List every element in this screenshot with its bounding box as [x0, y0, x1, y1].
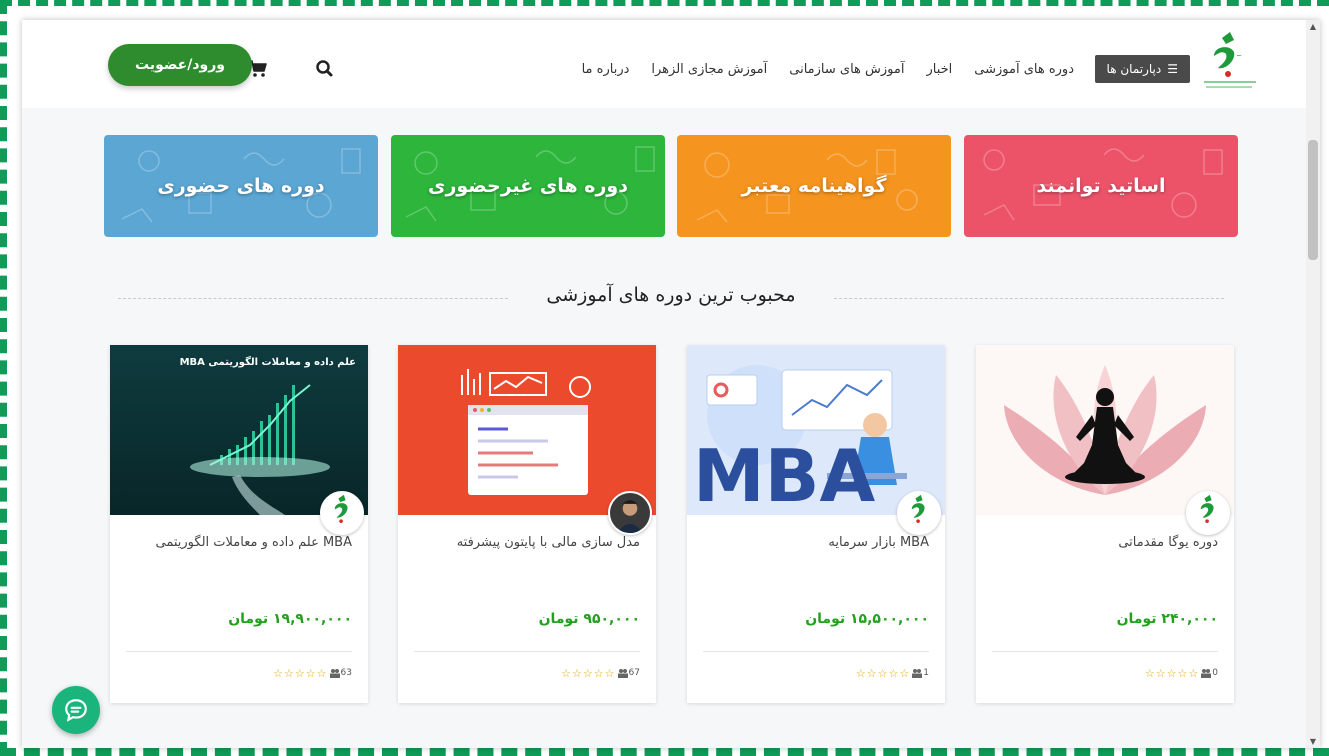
star-icon: ☆: [866, 666, 877, 680]
course-rating: ☆ ☆ ☆ ☆ ☆ 0: [1145, 665, 1218, 681]
divider: [703, 651, 929, 652]
course-card-mba-data-science[interactable]: MBA علم داده و معاملات الگوریتمی MBA علم…: [110, 345, 368, 703]
course-card-mba-capital-market[interactable]: MBA MBA بازار سرمایه ۱۵,۵۰۰,۰۰۰ تومان ☆ …: [687, 345, 945, 703]
instructor-logo-avatar[interactable]: [897, 491, 941, 535]
alzahra-logo-icon: [899, 493, 939, 533]
instructor-logo-avatar[interactable]: [320, 491, 364, 535]
star-icon: ☆: [572, 666, 582, 680]
star-icon: ☆: [284, 666, 294, 680]
star-icon: ☆: [316, 666, 327, 680]
star-icon: ☆: [1177, 666, 1188, 680]
divider: [126, 651, 352, 652]
banner-label: گواهینامه معتبر: [741, 175, 887, 197]
site-header: ~ ☰ دپارتمان ها دوره های آموزشی اخبار آم…: [22, 20, 1306, 108]
course-rating: ☆ ☆ ☆ ☆ ☆ 67: [561, 665, 640, 681]
image-caption: MBA علم داده و معاملات الگوریتمی: [180, 355, 356, 368]
instructor-photo-icon: [610, 493, 650, 533]
nav-courses[interactable]: دوره های آموزشی: [974, 62, 1074, 77]
star-icon: ☆: [604, 666, 615, 680]
chat-button[interactable]: [52, 686, 100, 734]
banner-label: اساتید توانمند: [1036, 175, 1166, 197]
main-nav: دوره های آموزشی اخبار آموزش های سازمانی …: [582, 55, 1074, 83]
banner-valid-certificate[interactable]: گواهینامه معتبر: [677, 135, 951, 237]
star-icon: ☆: [899, 666, 910, 680]
yoga-meditation-image[interactable]: [976, 345, 1234, 515]
course-list: دوره یوگا مقدماتی ۲۴۰,۰۰۰ تومان ☆ ☆ ☆ ☆ …: [110, 345, 1242, 703]
star-icon: ☆: [305, 666, 316, 680]
banner-in-person-courses[interactable]: دوره های حضوری: [104, 135, 378, 237]
students-count: 63: [340, 668, 352, 678]
star-icon: ☆: [1155, 666, 1166, 680]
instructor-avatar[interactable]: [608, 491, 652, 535]
students-count: 0: [1212, 668, 1218, 678]
departments-button[interactable]: ☰ دپارتمان ها: [1094, 55, 1190, 83]
students-icon: [1201, 669, 1212, 678]
course-title[interactable]: دوره یوگا مقدماتی: [996, 533, 1218, 553]
banner-skilled-instructors[interactable]: اساتید توانمند: [964, 135, 1238, 237]
departments-label: دپارتمان ها: [1106, 62, 1162, 76]
alzahra-logo-icon: [1188, 493, 1228, 533]
divider: [414, 651, 640, 652]
course-rating: ☆ ☆ ☆ ☆ ☆ 63: [273, 665, 352, 681]
mba-image[interactable]: MBA: [687, 345, 945, 515]
course-price: ۲۴۰,۰۰۰ تومان: [1116, 611, 1218, 627]
menu-icon: ☰: [1167, 62, 1178, 76]
course-price: ۱۵,۵۰۰,۰۰۰ تومان: [805, 611, 929, 627]
nav-about[interactable]: درباره ما: [582, 62, 630, 77]
alzahra-logo-icon[interactable]: ~: [1200, 30, 1260, 94]
course-rating: ☆ ☆ ☆ ☆ ☆ 1: [856, 665, 929, 681]
alzahra-logo-icon: [322, 493, 362, 533]
data-science-trading-image[interactable]: MBA علم داده و معاملات الگوریتمی: [110, 345, 368, 515]
banner-online-courses[interactable]: دوره های غیرحضوری: [391, 135, 665, 237]
star-icon: ☆: [877, 666, 888, 680]
star-icon: ☆: [1188, 666, 1199, 680]
scroll-down-icon[interactable]: ▼: [1308, 737, 1318, 746]
students-icon: [617, 669, 628, 678]
browser-viewport: ~ ☰ دپارتمان ها دوره های آموزشی اخبار آم…: [22, 20, 1320, 748]
students-icon: [329, 669, 340, 678]
star-icon: ☆: [561, 666, 572, 680]
course-price: ۱۹,۹۰۰,۰۰۰ تومان: [228, 611, 352, 627]
course-title[interactable]: مدل سازی مالی با پایتون پیشرفته: [418, 533, 640, 553]
course-price: ۹۵۰,۰۰۰ تومان: [538, 611, 640, 627]
students-icon: [912, 669, 923, 678]
banner-label: دوره های غیرحضوری: [428, 175, 628, 197]
nav-news[interactable]: اخبار: [926, 62, 952, 77]
svg-text:~: ~: [1236, 52, 1242, 60]
star-icon: ☆: [294, 666, 305, 680]
nav-organizational-training[interactable]: آموزش های سازمانی: [789, 62, 904, 77]
star-icon: ☆: [1144, 666, 1155, 680]
star-icon: ☆: [582, 666, 593, 680]
star-icon: ☆: [273, 666, 284, 680]
course-card-yoga[interactable]: دوره یوگا مقدماتی ۲۴۰,۰۰۰ تومان ☆ ☆ ☆ ☆ …: [976, 345, 1234, 703]
page-scrollbar[interactable]: ▲ ▼: [1306, 20, 1320, 748]
financial-modeling-image[interactable]: [398, 345, 656, 515]
students-count: 1: [923, 668, 929, 678]
nav-alzahra-virtual[interactable]: آموزش مجازی الزهرا: [651, 62, 767, 77]
course-title[interactable]: MBA علم داده و معاملات الگوریتمی: [130, 533, 352, 553]
banner-label: دوره های حضوری: [157, 175, 325, 197]
divider: [992, 651, 1218, 652]
popular-courses-heading-row: محبوب ترین دوره های آموزشی: [118, 284, 1224, 314]
search-icon[interactable]: [314, 58, 336, 80]
chat-icon: [65, 699, 87, 722]
star-icon: ☆: [855, 666, 866, 680]
instructor-logo-avatar[interactable]: [1186, 491, 1230, 535]
mba-image-text: MBA: [693, 434, 876, 515]
star-icon: ☆: [593, 666, 604, 680]
star-icon: ☆: [1166, 666, 1177, 680]
section-title: محبوب ترین دوره های آموزشی: [546, 284, 796, 306]
scroll-up-icon[interactable]: ▲: [1308, 22, 1318, 31]
course-card-financial-modeling[interactable]: مدل سازی مالی با پایتون پیشرفته ۹۵۰,۰۰۰ …: [398, 345, 656, 703]
course-title[interactable]: MBA بازار سرمایه: [707, 533, 929, 553]
scroll-thumb[interactable]: [1308, 140, 1318, 260]
star-icon: ☆: [888, 666, 899, 680]
login-register-button[interactable]: ورود/عضویت: [108, 44, 252, 86]
feature-banners: اساتید توانمند گواهینامه معتبر دوره های …: [104, 135, 1240, 237]
students-count: 67: [628, 668, 640, 678]
